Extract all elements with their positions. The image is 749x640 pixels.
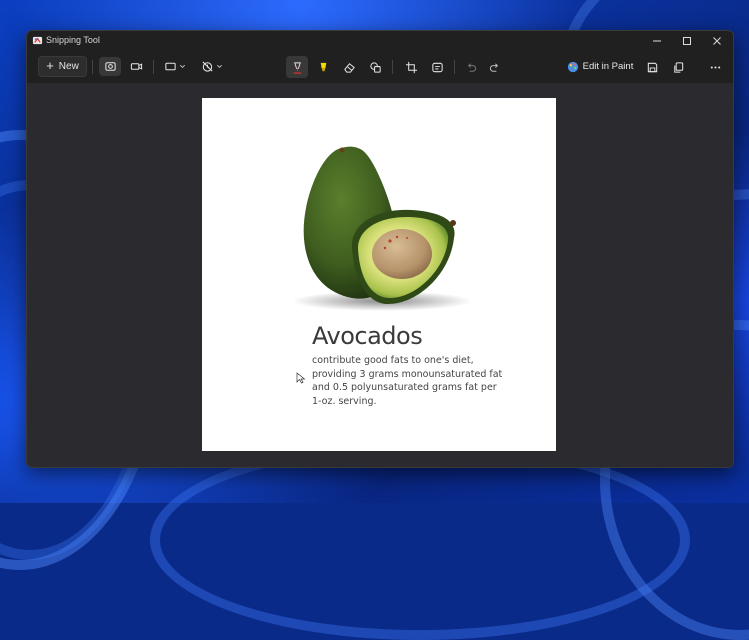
toolbar: + New Edit in Paint [27, 53, 733, 81]
caption-line: providing 3 grams monounsaturated fat [312, 368, 503, 380]
caption-line: contribute good fats to one's diet, [312, 355, 474, 366]
eraser-button[interactable] [338, 56, 360, 78]
more-options-icon [710, 65, 720, 69]
avocado-image [292, 146, 472, 311]
shapes-icon [369, 61, 381, 73]
text-actions-button[interactable] [426, 56, 448, 78]
window-title: Snipping Tool [46, 35, 100, 45]
maximize-button[interactable] [672, 31, 702, 51]
new-button-label: New [58, 61, 79, 72]
maximize-icon [683, 37, 691, 45]
highlighter-icon [320, 62, 326, 71]
snipping-tool-app-icon [32, 36, 43, 45]
close-icon [713, 37, 721, 45]
save-icon [647, 62, 657, 72]
plus-icon: + [46, 58, 54, 73]
new-snip-button[interactable]: + New [38, 56, 87, 77]
caption-line: and 0.5 polyunsaturated grams fat per [312, 382, 497, 393]
close-button[interactable] [702, 31, 732, 51]
snipping-tool-window: Snipping Tool + New Edit in Paint Avocad… [26, 30, 734, 468]
undo-icon [467, 62, 476, 72]
chevron-down-icon [180, 64, 185, 68]
minimize-icon [653, 40, 661, 42]
crop-button[interactable] [400, 56, 422, 78]
delay-dropdown[interactable] [197, 57, 227, 76]
caption-line: 1-oz. serving. [312, 395, 377, 407]
screenshot-mode-icon [104, 62, 116, 71]
paint-app-icon [567, 61, 578, 72]
video-mode-button[interactable] [125, 57, 147, 76]
snip-heading: Avocados [312, 322, 423, 350]
crop-icon [405, 61, 417, 73]
more-options-button[interactable] [704, 56, 726, 78]
undo-button[interactable] [460, 56, 482, 78]
ballpoint-pen-button[interactable] [286, 56, 308, 78]
snip-canvas-area[interactable]: Avocados contribute good fats to one's d… [27, 83, 733, 467]
minimize-button[interactable] [642, 31, 672, 51]
snip-caption: contribute good fats to one's diet, prov… [312, 354, 507, 408]
edit-in-paint-label: Edit in Paint [582, 61, 634, 72]
copy-button[interactable] [667, 56, 689, 78]
copy-icon [673, 61, 683, 73]
screenshot-mode-button[interactable] [99, 57, 121, 76]
edit-in-paint-button[interactable]: Edit in Paint [565, 56, 635, 77]
snip-shape-dropdown[interactable] [160, 57, 190, 76]
redo-button[interactable] [483, 56, 505, 78]
captured-snip: Avocados contribute good fats to one's d… [202, 98, 556, 451]
text-actions-icon [431, 62, 443, 72]
rectangle-snip-icon [165, 62, 176, 71]
title-bar: Snipping Tool [27, 31, 733, 51]
mouse-cursor-icon [296, 372, 306, 384]
chevron-down-icon [217, 64, 222, 68]
save-button[interactable] [641, 56, 663, 78]
eraser-icon [343, 62, 355, 73]
highlighter-button[interactable] [312, 56, 334, 78]
ballpoint-pen-icon [293, 61, 301, 74]
redo-icon [489, 62, 498, 72]
no-delay-icon [202, 61, 213, 72]
shapes-button[interactable] [364, 56, 386, 78]
video-mode-icon [130, 63, 142, 70]
